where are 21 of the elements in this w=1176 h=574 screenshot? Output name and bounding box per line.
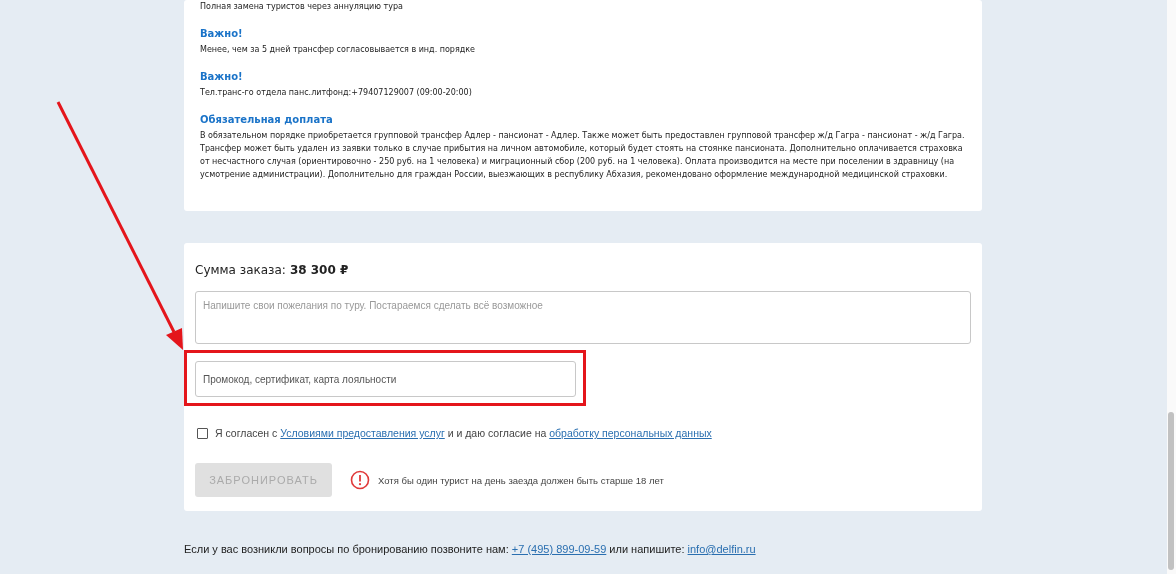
consent-checkbox[interactable] xyxy=(197,427,208,439)
wishes-field[interactable]: Напишите свои пожелания по туру. Постараемся сделать всё возможное xyxy=(195,291,971,344)
section-heading: Важно! xyxy=(200,27,244,40)
section-heading: Важно! xyxy=(200,70,244,83)
warning-icon xyxy=(350,470,370,490)
scrollbar-thumb[interactable] xyxy=(1168,412,1174,570)
email-link[interactable]: info@delfin.ru xyxy=(687,543,756,555)
section-text: Полная замена туристов через аннуляцию тура xyxy=(200,1,404,13)
privacy-link[interactable]: обработку персональных данных xyxy=(549,427,712,439)
section-text: Менее, чем за 5 дней трансфер согласовывается в инд. порядке xyxy=(200,44,476,56)
total-value: 38 300 ₽ xyxy=(289,262,349,279)
section-text: В обязательном порядке приобретается групповой трансфер Адлер - пансионат - Адлер. Также может быть предоставлен групповой трансфер ж/д Гагра - пансионат - ж/д Гагра. Трансфер может быть удален из заявки только в случае прибытия на личном автомобиле, который будет стоять на стоянке пансионата. Дополнительно оплачивается страховка от несчастного случая (ориентировочно - 250 руб. на 1 человека) и миграционный сбор (200 руб. на 1 человека). Оплата производится на месте при поселении в здравницу (на усмотрение администрации). Дополнительно для граждан России, выезжающих в республику Абхазия, рекомендовано оформление международной медицинской страховки. xyxy=(200,130,966,181)
promo-field[interactable]: Промокод, сертификат, карта лояльности xyxy=(195,361,576,397)
section-text: Тел.транс-го отдела панс.литфонд:+79407129007 (09:00-20:00) xyxy=(200,87,473,99)
warning-text: Хотя бы один турист на день заезда должен быть старше 18 лет xyxy=(378,474,664,486)
consent-text: Я согласен с Условиями предоставления услуг и и даю согласие на обработку персональных данных xyxy=(215,427,712,439)
total-label: Сумма заказа: xyxy=(195,262,286,279)
terms-link[interactable]: Условиями предоставления услуг xyxy=(280,427,445,439)
section-heading: Обязательная доплата xyxy=(200,113,334,126)
phone-link[interactable]: +7 (495) 899-09-59 xyxy=(511,543,607,555)
footer-text: Если у вас возникли вопросы по бронированию позвоните нам: +7 (495) 899-09-59 или напишите: info@delfin.ru xyxy=(184,543,756,555)
